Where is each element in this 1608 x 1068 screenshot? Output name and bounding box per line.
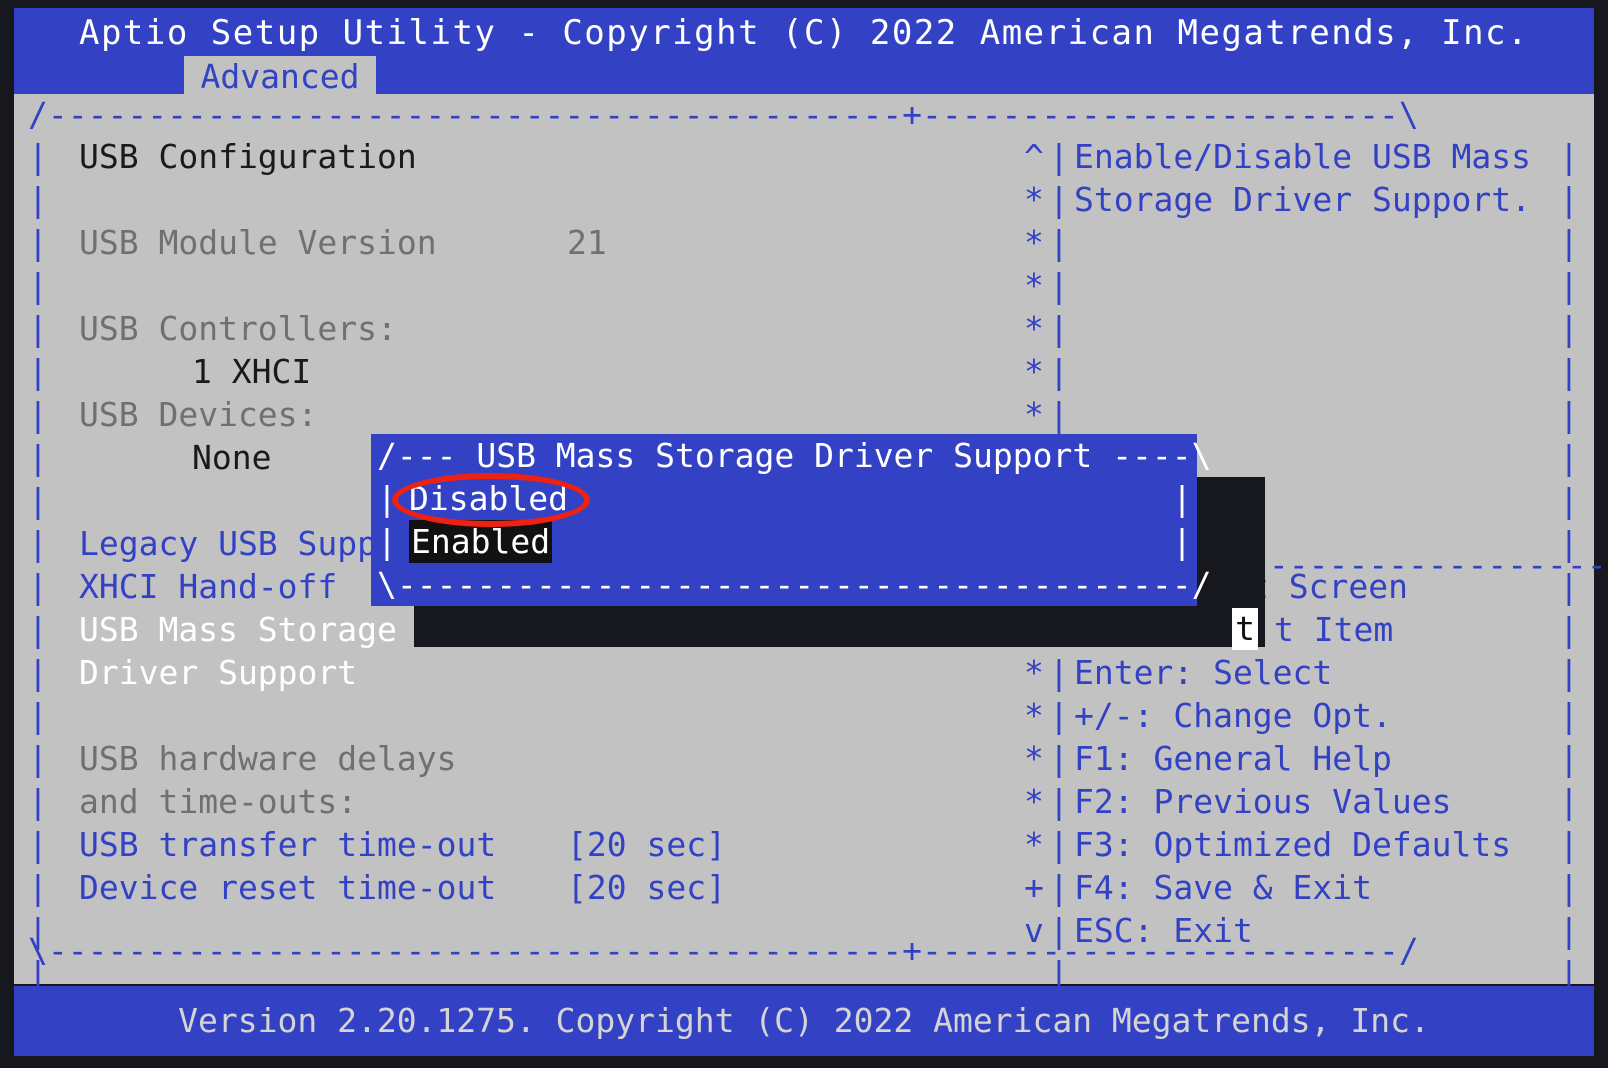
frame-vbar: |	[28, 782, 48, 821]
scrollbar-track[interactable]: *	[1024, 781, 1044, 824]
frame-bottom-rule: \---------------------------------------…	[28, 931, 1419, 970]
frame-vbar: |	[28, 395, 48, 434]
frame-vbar: |	[28, 696, 48, 735]
frame-top-rule: /---------------------------------------…	[28, 95, 1419, 134]
frame-vbar: |	[28, 739, 48, 778]
frame-vbar-mid: |	[1049, 868, 1069, 907]
row-label-usb-devices: USB Devices:	[79, 395, 318, 434]
frame-vbar-right: |	[1559, 524, 1579, 563]
help-key-f4-save-exit: F4: Save & Exit	[1074, 868, 1373, 907]
scrollbar-track[interactable]: *	[1024, 265, 1044, 308]
frame-vbar: |	[28, 567, 48, 606]
frame-vbar-mid: |	[1049, 223, 1069, 262]
frame-vbar: |	[28, 352, 48, 391]
frame-vbar-mid: |	[1049, 825, 1069, 864]
title-bar: Aptio Setup Utility - Copyright (C) 2022…	[14, 8, 1594, 98]
frame-vbar-right: |	[1559, 438, 1579, 477]
scrollbar-track[interactable]: *	[1024, 394, 1044, 437]
frame-vbar: |	[28, 610, 48, 649]
frame-vbar-mid: |	[1049, 352, 1069, 391]
scrollbar-track[interactable]: *	[1024, 695, 1044, 738]
frame-vbar-right: |	[1559, 395, 1579, 434]
frame-vbar: |	[28, 223, 48, 262]
dialog-title: /--- USB Mass Storage Driver Support ---…	[377, 436, 1212, 475]
frame-vbar-mid: |	[1049, 653, 1069, 692]
help-description-line-2: Storage Driver Support.	[1074, 180, 1531, 219]
frame-vbar-right: |	[1559, 309, 1579, 348]
frame-vbar-right: |	[1559, 911, 1579, 950]
frame-vbar-right: |	[1559, 782, 1579, 821]
help-key-f1-general-help: F1: General Help	[1074, 739, 1392, 778]
help-key-f2-previous-values: F2: Previous Values	[1074, 782, 1452, 821]
frame-vbar-right: |	[1559, 868, 1579, 907]
frame-vbar-right: |	[1559, 266, 1579, 305]
frame-vbar: |	[28, 524, 48, 563]
text-cursor-cell: t	[1232, 608, 1258, 650]
scrollbar-track[interactable]: *	[1024, 652, 1044, 695]
frame-vbar-right: |	[1559, 739, 1579, 778]
frame-vbar: |	[28, 825, 48, 864]
scrollbar-thumb[interactable]: +	[1024, 867, 1044, 910]
scrollbar-track[interactable]: *	[1024, 308, 1044, 351]
frame-vbar-right: |	[1559, 481, 1579, 520]
frame-vbar: |	[28, 309, 48, 348]
footer-version: Version 2.20.1275. Copyright (C) 2022 Am…	[14, 986, 1594, 1056]
help-key-select-item: t Item	[1274, 610, 1394, 649]
frame-vbar-mid: |	[1049, 309, 1069, 348]
row-label-usb-controllers: USB Controllers:	[79, 309, 397, 348]
frame-vbar: |	[28, 266, 48, 305]
scrollbar-track[interactable]: *	[1024, 179, 1044, 222]
help-description-line-1: Enable/Disable USB Mass	[1074, 137, 1531, 176]
scrollbar-track[interactable]: *	[1024, 738, 1044, 781]
page-title: Aptio Setup Utility - Copyright (C) 2022…	[78, 13, 1529, 53]
frame-vbar-right: |	[1559, 223, 1579, 262]
frame-vbar: |	[28, 438, 48, 477]
frame-vbar: |	[28, 481, 48, 520]
frame-vbar-mid: |	[1049, 180, 1069, 219]
frame-vbar: |	[28, 137, 48, 176]
frame-vbar-right: |	[1559, 610, 1579, 649]
usb-mass-storage-driver-support-dialog: /--- USB Mass Storage Driver Support ---…	[371, 434, 1211, 606]
row-value-usb-module-version: 21	[567, 223, 607, 262]
scrollbar-track[interactable]: *	[1024, 222, 1044, 265]
frame-vbar-mid: |	[1049, 739, 1069, 778]
scrollbar-track[interactable]: *	[1024, 824, 1044, 867]
frame-vbar-right: |	[1559, 137, 1579, 176]
help-key-select-screen: t Screen	[1249, 567, 1408, 606]
help-key-enter-select: Enter: Select	[1074, 653, 1333, 692]
help-key-change-opt: +/-: Change Opt.	[1074, 696, 1392, 735]
scrollbar-track[interactable]: *	[1024, 351, 1044, 394]
frame-vbar-right: |	[1559, 653, 1579, 692]
frame-vbar-mid: |	[1049, 696, 1069, 735]
frame-vbar-right: |	[1559, 352, 1579, 391]
frame-vbar-right: |	[1559, 180, 1579, 219]
frame-vbar-mid: |	[1049, 266, 1069, 305]
frame-vbar: |	[28, 653, 48, 692]
help-key-f3-optimized-defaults: F3: Optimized Defaults	[1074, 825, 1512, 864]
dialog-option-enabled[interactable]: Enabled	[409, 520, 553, 563]
scrollbar-up-arrow[interactable]: ^	[1024, 136, 1044, 179]
frame-vbar-right: |	[1559, 567, 1579, 606]
tab-advanced[interactable]: Advanced	[184, 56, 376, 98]
frame-vbar: |	[28, 868, 48, 907]
frame-vbar-right: |	[1559, 825, 1579, 864]
frame-vbar-right: |	[1559, 696, 1579, 735]
frame-vbar-mid: |	[1049, 137, 1069, 176]
frame-vbar-mid: |	[1049, 395, 1069, 434]
dialog-bottom-rule: \---------------------------------------…	[377, 565, 1212, 604]
row-value-controller-1: 1 XHCI	[192, 352, 312, 391]
frame-vbar: |	[28, 180, 48, 219]
bios-setup-screen: Aptio Setup Utility - Copyright (C) 2022…	[0, 0, 1608, 1068]
frame-vbar-mid: |	[1049, 782, 1069, 821]
dialog-option-disabled[interactable]: Disabled	[409, 477, 1235, 520]
